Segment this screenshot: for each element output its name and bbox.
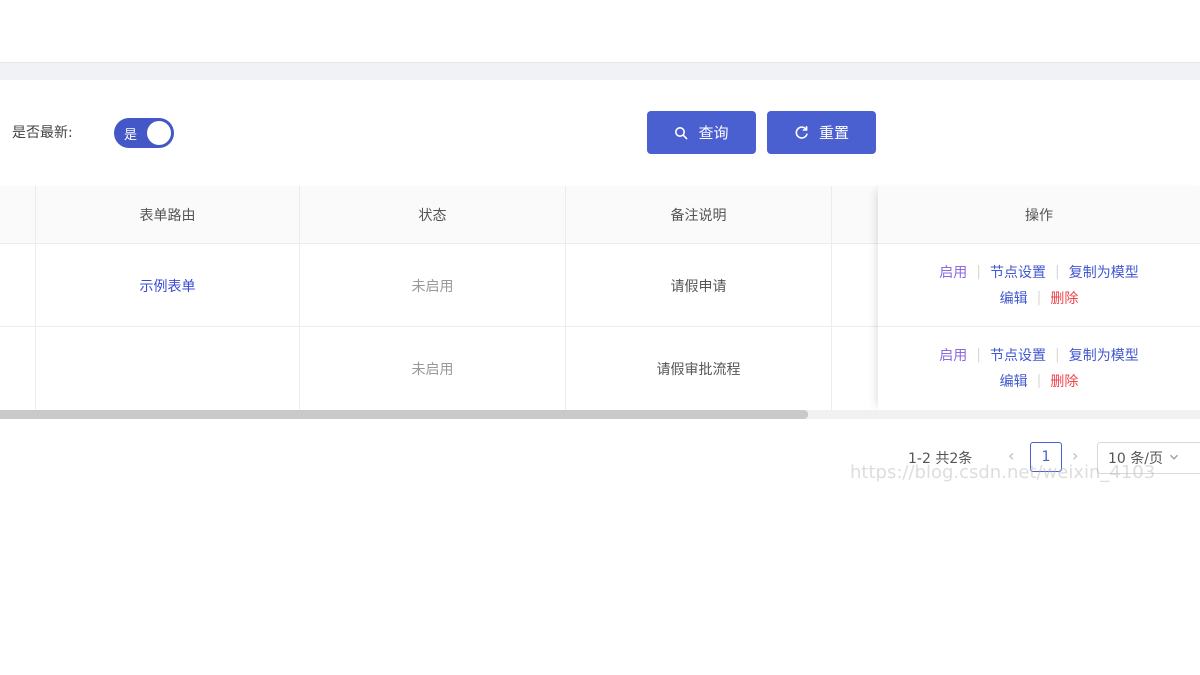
reset-button-label: 重置 <box>818 124 849 142</box>
row1-form-route-link[interactable]: 示例表单 <box>36 244 299 327</box>
query-button[interactable]: 查询 <box>647 111 756 154</box>
row1-operations: 启用 | 节点设置 | 复制为模型 编辑 | 删除 <box>878 244 1200 327</box>
action-separator: | <box>1055 347 1060 363</box>
row2-status: 未启用 <box>411 361 454 378</box>
row1-delete-link[interactable]: 删除 <box>1050 288 1078 308</box>
operations-column: 操作 启用 | 节点设置 | 复制为模型 编辑 | 删除 启用 | 节点设置 | <box>878 186 1200 410</box>
row2-edit-link[interactable]: 编辑 <box>1000 371 1028 391</box>
header-form-route: 表单路由 <box>139 208 196 224</box>
content-divider-strip <box>0 62 1200 80</box>
row1-node-settings-link[interactable]: 节点设置 <box>990 262 1046 282</box>
is-latest-label: 是否最新: <box>12 125 73 141</box>
action-separator: | <box>1036 373 1042 389</box>
refresh-icon <box>794 125 809 140</box>
query-button-label: 查询 <box>698 124 729 142</box>
watermark-text: https://blog.csdn.net/weixin_4103 <box>850 462 1156 483</box>
action-separator: | <box>1055 264 1060 280</box>
row2-operations: 启用 | 节点设置 | 复制为模型 编辑 | 删除 <box>878 327 1200 410</box>
row2-form-route <box>36 327 299 410</box>
row2-copy-as-model-link[interactable]: 复制为模型 <box>1069 345 1139 365</box>
switch-knob <box>147 121 171 145</box>
row2-remark: 请假审批流程 <box>656 361 741 378</box>
row2-enable-link[interactable]: 启用 <box>939 345 967 365</box>
column-divider <box>831 186 832 410</box>
action-separator: | <box>1036 290 1042 306</box>
row2-delete-link[interactable]: 删除 <box>1050 371 1078 391</box>
table-horizontal-scrollbar[interactable] <box>0 410 1200 419</box>
row1-remark: 请假申请 <box>670 278 727 295</box>
header-status: 状态 <box>418 208 447 224</box>
top-header-area <box>0 0 1200 62</box>
search-icon <box>674 126 688 140</box>
data-table: 表单路由 状态 备注说明 示例表单 未启用 请假申请 未启用 请假审批流程 操作… <box>0 186 1200 410</box>
action-separator: | <box>976 264 981 280</box>
scrollbar-thumb[interactable] <box>0 410 808 419</box>
row1-copy-as-model-link[interactable]: 复制为模型 <box>1069 262 1139 282</box>
action-separator: | <box>976 347 981 363</box>
row1-enable-link[interactable]: 启用 <box>939 262 967 282</box>
header-remark: 备注说明 <box>670 208 727 224</box>
row1-status: 未启用 <box>411 278 454 295</box>
reset-button[interactable]: 重置 <box>767 111 876 154</box>
is-latest-switch[interactable]: 是 <box>114 118 174 148</box>
row2-node-settings-link[interactable]: 节点设置 <box>990 345 1046 365</box>
row1-edit-link[interactable]: 编辑 <box>1000 288 1028 308</box>
switch-text: 是 <box>124 128 138 143</box>
header-operations: 操作 <box>878 186 1200 244</box>
